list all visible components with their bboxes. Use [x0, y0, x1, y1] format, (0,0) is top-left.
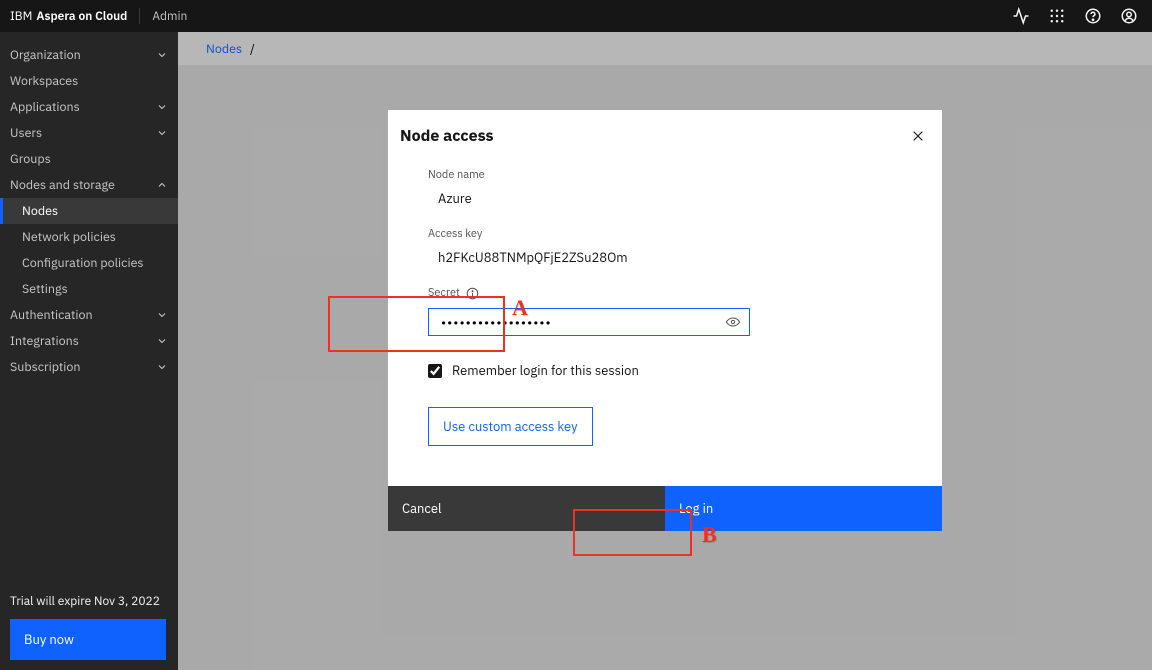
sidebar-item-label: Subscription — [10, 359, 81, 375]
remember-checkbox-label: Remember login for this session — [452, 362, 639, 379]
info-icon[interactable] — [466, 287, 479, 300]
sidebar-item-label: Authentication — [10, 307, 93, 323]
modal-title: Node access — [400, 126, 494, 146]
sidebar-item-subscription[interactable]: Subscription — [0, 354, 178, 380]
sidebar-item-label: Nodes — [22, 203, 58, 219]
chevron-down-icon — [156, 49, 168, 61]
access-key-label: Access key — [428, 227, 902, 241]
node-name-field: Node name Azure — [428, 168, 902, 207]
sidebar-item-label: Organization — [10, 47, 81, 63]
sidebar-item-integrations[interactable]: Integrations — [0, 328, 178, 354]
sidebar-bottom: Trial will expire Nov 3, 2022 Buy now — [0, 584, 178, 670]
node-name-label: Node name — [428, 168, 902, 182]
admin-link[interactable]: Admin — [152, 9, 187, 24]
brand[interactable]: IBM Aspera on Cloud — [10, 9, 127, 24]
sidebar-item-label: Users — [10, 125, 42, 141]
chevron-down-icon — [156, 309, 168, 321]
remember-checkbox-input[interactable] — [428, 364, 442, 378]
secret-input[interactable] — [441, 314, 725, 331]
modal-body: Node name Azure Access key h2FKcU88TNMpQ… — [388, 148, 942, 486]
sidebar-item-organization[interactable]: Organization — [0, 42, 178, 68]
modal-overlay: Node access Node name Azure Access key h… — [178, 32, 1152, 670]
apps-grid-icon[interactable] — [1048, 7, 1066, 25]
sidebar-item-label: Settings — [22, 281, 68, 297]
brand-product: Aspera on Cloud — [36, 9, 127, 24]
sidebar-item-label: Integrations — [10, 333, 79, 349]
activity-icon[interactable] — [1012, 7, 1030, 25]
sidebar-item-label: Configuration policies — [22, 255, 144, 271]
node-name-value: Azure — [428, 190, 902, 207]
secret-field: Secret — [428, 286, 902, 336]
sidebar-item-label: Workspaces — [10, 73, 78, 89]
sidebar: Organization Workspaces Applications Use… — [0, 32, 178, 670]
side-nav: Organization Workspaces Applications Use… — [0, 32, 178, 584]
reveal-secret-button[interactable] — [725, 314, 741, 330]
sidebar-item-settings[interactable]: Settings — [0, 276, 178, 302]
main-area: Nodes / Node access Node name Azure — [178, 32, 1152, 670]
modal-header: Node access — [388, 110, 942, 148]
remember-login-checkbox[interactable]: Remember login for this session — [428, 362, 902, 379]
chevron-down-icon — [156, 101, 168, 113]
access-key-field: Access key h2FKcU88TNMpQFjE2ZSu28Om — [428, 227, 902, 266]
sidebar-item-groups[interactable]: Groups — [0, 146, 178, 172]
sidebar-item-nodes[interactable]: Nodes — [0, 198, 178, 224]
sidebar-item-label: Network policies — [22, 229, 116, 245]
login-button[interactable]: Log in — [665, 486, 942, 531]
close-button[interactable] — [906, 124, 930, 148]
sidebar-item-authentication[interactable]: Authentication — [0, 302, 178, 328]
sidebar-item-label: Applications — [10, 99, 80, 115]
sidebar-item-applications[interactable]: Applications — [0, 94, 178, 120]
trial-expiry-text: Trial will expire Nov 3, 2022 — [10, 594, 168, 609]
topbar-right — [1012, 7, 1142, 25]
eye-icon — [725, 314, 741, 330]
sidebar-item-workspaces[interactable]: Workspaces — [0, 68, 178, 94]
chevron-up-icon — [156, 179, 168, 191]
modal-footer: Cancel Log in — [388, 486, 942, 531]
cancel-button[interactable]: Cancel — [388, 486, 665, 531]
close-icon — [911, 129, 925, 143]
node-access-modal: Node access Node name Azure Access key h… — [388, 110, 942, 531]
chevron-down-icon — [156, 361, 168, 373]
top-bar: IBM Aspera on Cloud Admin — [0, 0, 1152, 32]
sidebar-item-users[interactable]: Users — [0, 120, 178, 146]
secret-label: Secret — [428, 286, 902, 300]
sidebar-item-nodes-storage[interactable]: Nodes and storage — [0, 172, 178, 198]
sidebar-item-network-policies[interactable]: Network policies — [0, 224, 178, 250]
shell: Organization Workspaces Applications Use… — [0, 32, 1152, 670]
sidebar-item-label: Nodes and storage — [10, 177, 115, 193]
custom-access-key-button[interactable]: Use custom access key — [428, 407, 593, 446]
buy-now-button[interactable]: Buy now — [10, 619, 166, 660]
access-key-value: h2FKcU88TNMpQFjE2ZSu28Om — [428, 249, 902, 266]
divider — [139, 8, 140, 24]
topbar-left: IBM Aspera on Cloud Admin — [10, 8, 187, 24]
secret-input-wrap — [428, 308, 750, 336]
user-avatar-icon[interactable] — [1120, 7, 1138, 25]
chevron-down-icon — [156, 127, 168, 139]
sidebar-item-config-policies[interactable]: Configuration policies — [0, 250, 178, 276]
chevron-down-icon — [156, 335, 168, 347]
sidebar-item-label: Groups — [10, 151, 51, 167]
brand-prefix: IBM — [10, 9, 32, 24]
help-icon[interactable] — [1084, 7, 1102, 25]
